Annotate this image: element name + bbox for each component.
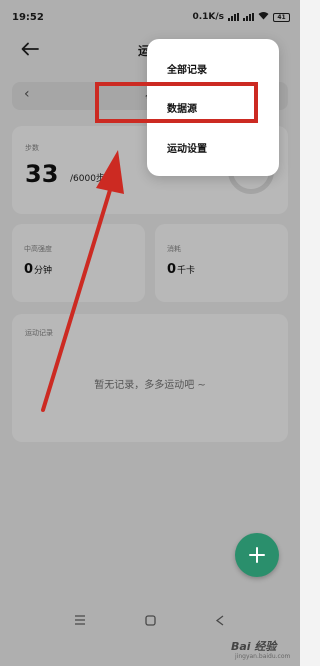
watermark-url: jingyan.baidu.com [235,653,291,660]
baidu-watermark: Bai 经验 jingyan.baidu.com [215,638,297,664]
watermark-logo: Bai 经验 [231,640,277,653]
annotation-arrow [41,150,124,412]
